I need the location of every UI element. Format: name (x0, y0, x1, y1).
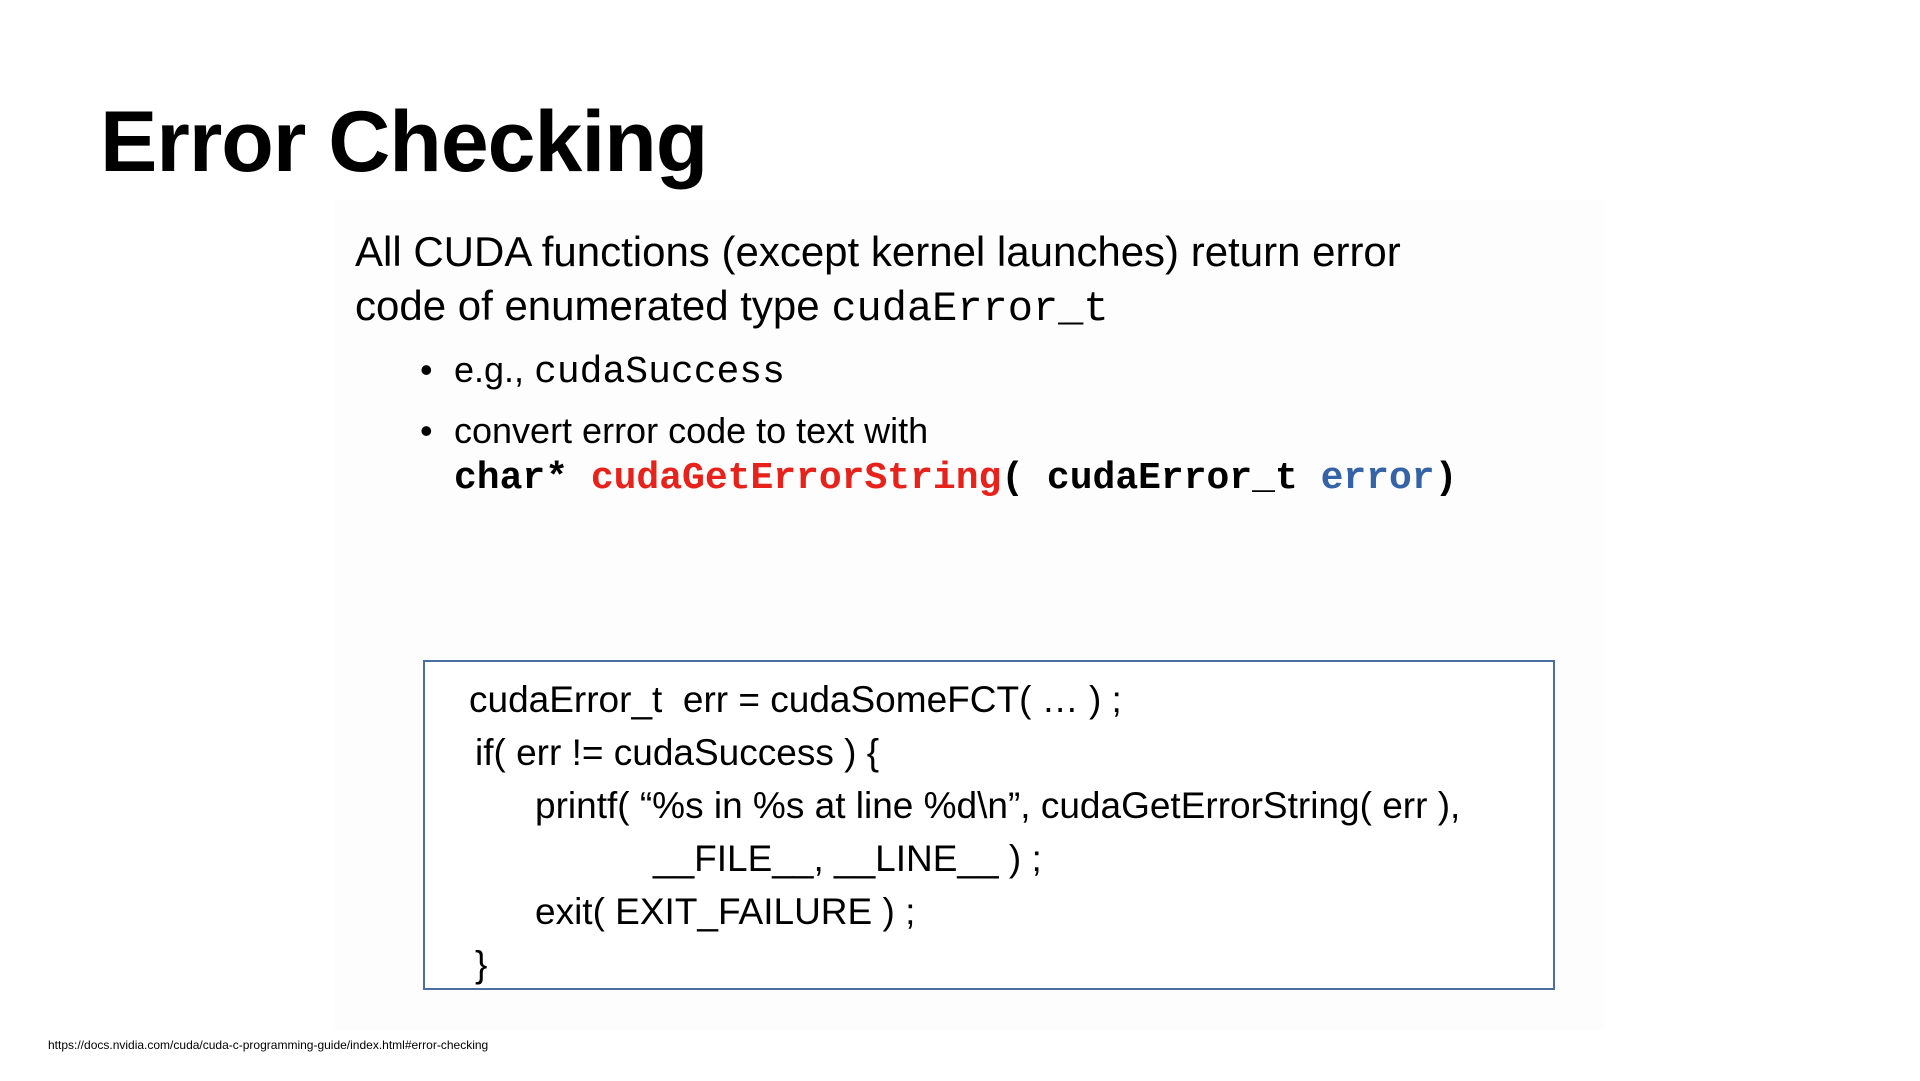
code-line: exit( EXIT_FAILURE ) ; (535, 891, 916, 932)
bullet-text: convert error code to text with (454, 410, 929, 451)
code-line: } (475, 944, 488, 985)
intro-paragraph: All CUDA functions (except kernel launch… (355, 225, 1401, 336)
bullet-marker: • (420, 410, 433, 451)
intro-line-2-code: cudaError_t (831, 285, 1109, 333)
code-example-box: cudaError_t err = cudaSomeFCT( … ) ; if(… (423, 660, 1555, 990)
bullet-code: cudaSuccess (534, 351, 785, 394)
signature-close-paren: ) (1434, 457, 1458, 500)
signature-open-paren: ( cudaError_t (1001, 457, 1321, 500)
signature-return-type: char* (454, 457, 591, 500)
intro-line-1: All CUDA functions (except kernel launch… (355, 228, 1401, 275)
bullet-item-convert: • convert error code to text with char* … (420, 407, 1457, 503)
signature-param-name: error (1320, 457, 1435, 500)
slide-title: Error Checking (100, 94, 708, 190)
bullet-item-example: • e.g., cudaSuccess (420, 346, 1457, 397)
source-url: https://docs.nvidia.com/cuda/cuda-c-prog… (48, 1038, 489, 1052)
bullet-list: • e.g., cudaSuccess • convert error code… (420, 346, 1457, 513)
code-line: cudaError_t err = cudaSomeFCT( … ) ; (469, 679, 1122, 720)
function-signature: char* cudaGetErrorString( cudaError_t er… (454, 455, 1457, 503)
intro-line-2-text: code of enumerated type (355, 282, 832, 329)
bullet-marker: • (420, 349, 433, 390)
signature-function-name: cudaGetErrorString (590, 457, 1002, 500)
bullet-text: e.g., (454, 349, 535, 390)
code-line: printf( “%s in %s at line %d\n”, cudaGet… (535, 785, 1461, 826)
code-line: if( err != cudaSuccess ) { (475, 732, 880, 773)
code-line: __FILE__, __LINE__ ) ; (653, 838, 1042, 879)
